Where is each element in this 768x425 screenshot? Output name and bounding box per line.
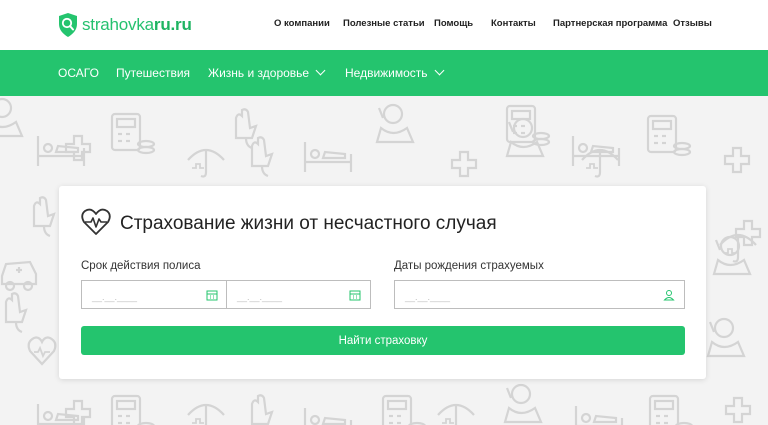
- calendar-icon[interactable]: [206, 289, 218, 301]
- topnav-contacts[interactable]: Контакты: [491, 18, 536, 29]
- policy-start-date-input[interactable]: __.__.____: [81, 280, 227, 309]
- policy-period-label: Срок действия полиса: [81, 260, 201, 272]
- topnav-reviews[interactable]: Отзывы: [673, 18, 712, 29]
- date-placeholder: __.__.____: [237, 292, 283, 302]
- nav-travel[interactable]: Путешествия: [116, 66, 190, 80]
- nav-osago[interactable]: ОСАГО: [58, 66, 99, 80]
- date-placeholder: __.__.____: [92, 292, 138, 302]
- heart-pulse-icon: [81, 208, 111, 235]
- birthdates-label: Даты рождения страхуемых: [394, 260, 544, 272]
- find-insurance-button[interactable]: Найти страховку: [81, 326, 685, 355]
- top-navigation: О компании Полезные статьи Помощь Контак…: [0, 18, 768, 34]
- top-header: strahovkaru.ru О компании Полезные стать…: [0, 0, 768, 50]
- topnav-articles[interactable]: Полезные статьи: [343, 18, 425, 29]
- topnav-about[interactable]: О компании: [274, 18, 330, 29]
- policy-end-date-input[interactable]: __.__.____: [226, 280, 371, 309]
- main-navigation: ОСАГО Путешествия Жизнь и здоровье Недви…: [0, 50, 768, 96]
- topnav-partners[interactable]: Партнерская программа: [553, 18, 667, 29]
- calendar-icon[interactable]: [349, 289, 361, 301]
- nav-property[interactable]: Недвижимость: [345, 65, 445, 80]
- date-placeholder: __.__.____: [405, 292, 451, 302]
- nav-life-health[interactable]: Жизнь и здоровье: [208, 65, 326, 80]
- insurance-search-card: Страхование жизни от несчастного случая …: [59, 186, 706, 379]
- chevron-down-icon: [315, 65, 326, 75]
- user-icon[interactable]: [663, 289, 675, 301]
- topnav-help[interactable]: Помощь: [434, 18, 473, 29]
- chevron-down-icon: [434, 65, 445, 75]
- birthdates-input[interactable]: __.__.____: [394, 280, 685, 309]
- page-title: Страхование жизни от несчастного случая: [120, 213, 497, 234]
